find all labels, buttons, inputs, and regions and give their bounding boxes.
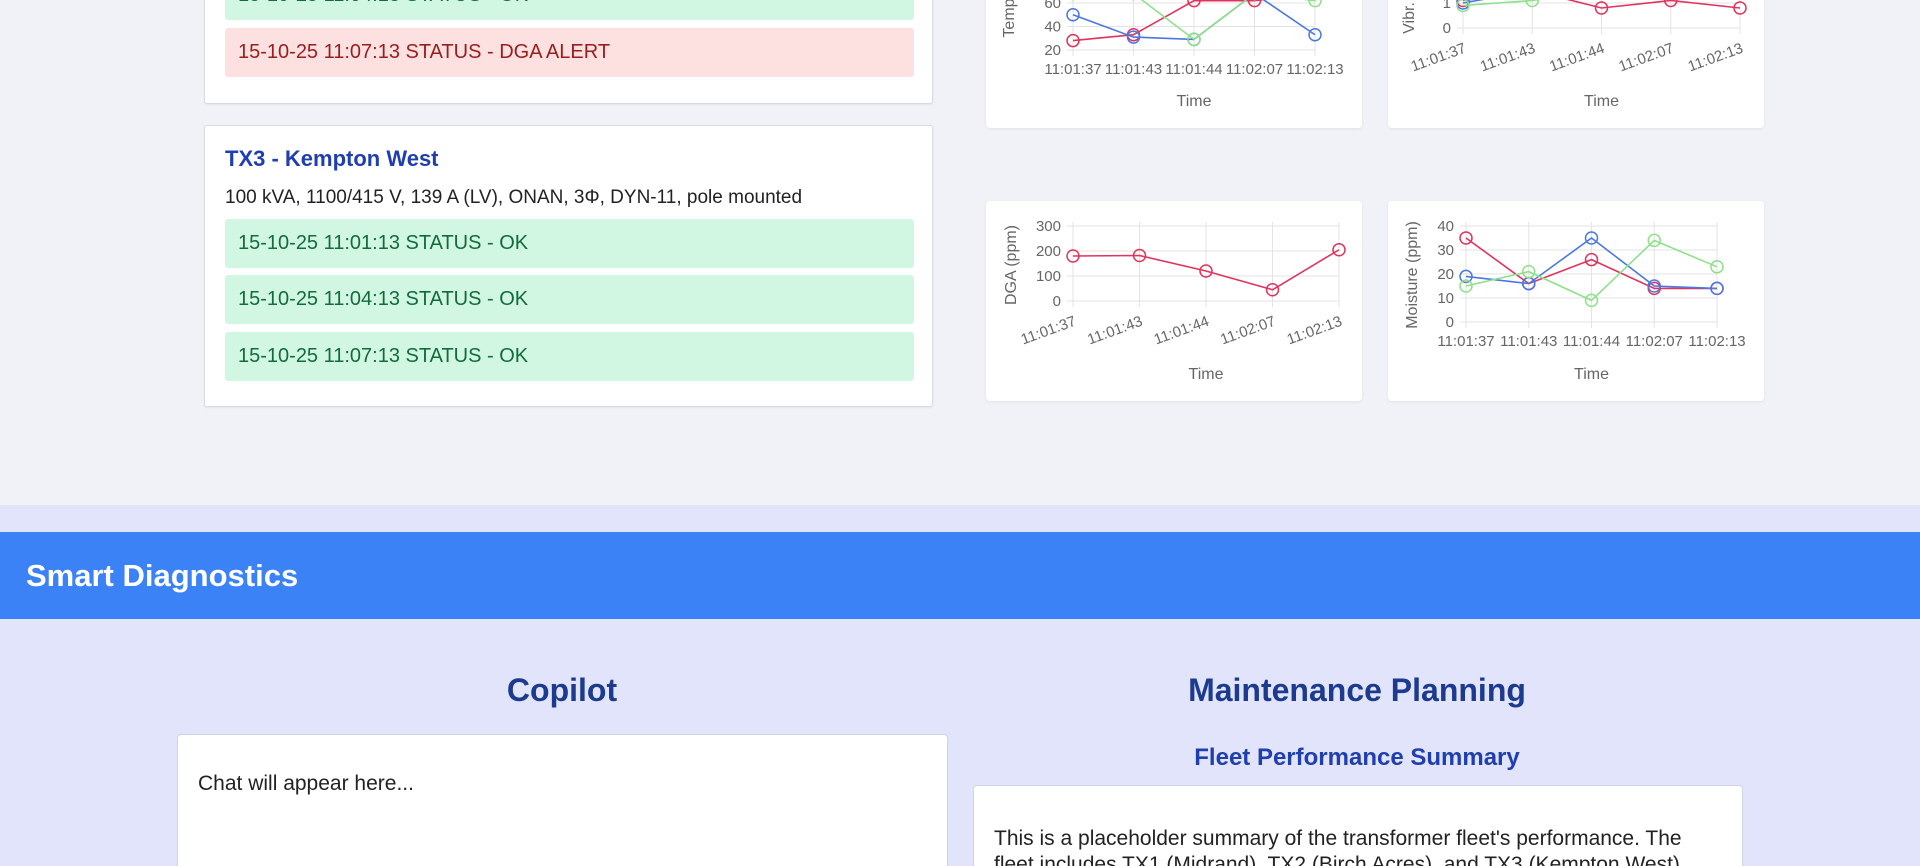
status-row-tx3-3: 15-10-25 11:07:13 STATUS - OK bbox=[225, 332, 914, 381]
x-tick-label: 11:01:44 bbox=[1563, 333, 1620, 350]
vibration-chart: 0 1 11:01:37 11:01:43 11:01:44 11:02:07 11:02:… bbox=[1401, 0, 1747, 110]
y-axis-title: Moisture (ppm) bbox=[1404, 221, 1421, 329]
x-tick-label: 11:01:37 bbox=[1437, 333, 1494, 350]
vibration-chart-card: 0 1 11:01:37 11:01:43 11:01:44 11:02:07 11:02:… bbox=[1388, 0, 1764, 128]
x-tick-label: 11:01:43 bbox=[1478, 40, 1538, 76]
x-axis-title: Time bbox=[1574, 366, 1609, 383]
y-tick-label: 0 bbox=[1053, 293, 1061, 310]
copilot-title: Copilot bbox=[506, 672, 618, 708]
x-axis-title: Time bbox=[1177, 93, 1212, 110]
y-axis-title: Vibr. bbox=[1401, 2, 1418, 34]
x-tick-label: 11:01:37 bbox=[1044, 61, 1101, 78]
x-tick-label: 11:01:44 bbox=[1547, 40, 1607, 76]
dga-chart: 010020030011:01:37 11:01:43 11:01:44 11:02:… bbox=[1003, 218, 1346, 383]
x-tick-label: 11:02:13 bbox=[1688, 333, 1745, 350]
x-tick-label: 11:01:44 bbox=[1165, 61, 1222, 78]
chat-placeholder: Chat will appear here... bbox=[198, 772, 414, 795]
x-axis-title: Time bbox=[1189, 366, 1224, 383]
x-tick-label: 11:01:37 bbox=[1409, 40, 1469, 76]
x-tick-label: 11:02:07 bbox=[1616, 40, 1676, 76]
dashboard-area: 15-10-25 11:04:13 STATUS - OK 15-10-25 1… bbox=[0, 0, 1920, 505]
tx3-spec: 100 kVA, 1100/415 V, 139 A (LV), ONAN, 3… bbox=[225, 187, 803, 208]
status-row-tx2-1: 15-10-25 11:04:13 STATUS - OK bbox=[225, 0, 914, 20]
fleet-summary-panel: This is a placeholder summary of the tra… bbox=[973, 785, 1743, 866]
y-tick-label: 40 bbox=[1044, 19, 1061, 36]
status-row-tx3-2: 15-10-25 11:04:13 STATUS - OK bbox=[225, 275, 914, 324]
dga-chart-card: 0 100 200 300 11:01:37 11:01:43 11:01:44 11:02:… bbox=[986, 201, 1362, 401]
y-tick-label: 200 bbox=[1036, 243, 1061, 260]
x-tick-label: 11:02:13 bbox=[1285, 313, 1345, 349]
temp-chart: 20 40 60 11:01:37 11:01:43 11:01:44 11:02:07 11… bbox=[1001, 0, 1344, 110]
y-axis-title: DGA (ppm) bbox=[1003, 225, 1020, 305]
status-row-tx2-2: 15-10-25 11:07:13 STATUS - DGA ALERT bbox=[225, 28, 914, 77]
moisture-chart-card: 0 10 20 30 40 11:01:37 11:01:43 11:01:44 11:02:0… bbox=[1388, 201, 1764, 401]
y-tick-label: 20 bbox=[1044, 42, 1061, 59]
x-tick-label: 11:02:13 bbox=[1686, 40, 1746, 76]
x-tick-label: 11:01:43 bbox=[1085, 313, 1145, 349]
tx2-card: 15-10-25 11:04:13 STATUS - OK 15-10-25 1… bbox=[204, 0, 933, 104]
y-tick-label: 0 bbox=[1446, 314, 1454, 331]
tx3-title: TX3 - Kempton West bbox=[225, 146, 439, 171]
temp-chart-card: 20 40 60 11:01:37 11:01:43 11:01:44 11:02:07 11… bbox=[986, 0, 1362, 128]
fleet-summary-line-1: This is a placeholder summary of the tra… bbox=[994, 827, 1682, 850]
y-tick-label: 20 bbox=[1437, 266, 1454, 283]
y-tick-label: 60 bbox=[1044, 0, 1061, 12]
y-tick-label: 40 bbox=[1437, 218, 1454, 235]
x-tick-label: 11:02:07 bbox=[1626, 333, 1683, 350]
fleet-summary-line-2: fleet includes TX1 (Midrand), TX2 (Birch… bbox=[994, 853, 1686, 866]
section-divider bbox=[0, 505, 1920, 532]
y-tick-label: 1 bbox=[1443, 0, 1451, 12]
x-tick-label: 11:02:07 bbox=[1226, 61, 1283, 78]
status-row-tx3-1: 15-10-25 11:01:13 STATUS - OK bbox=[225, 219, 914, 268]
smart-diagnostics-section: Copilot Chat will appear here... Mainten… bbox=[0, 619, 1920, 866]
y-tick-label: 10 bbox=[1437, 290, 1454, 307]
y-tick-label: 100 bbox=[1036, 268, 1061, 285]
x-tick-label: 11:02:13 bbox=[1286, 61, 1343, 78]
smart-diagnostics-title: Smart Diagnostics bbox=[26, 558, 299, 593]
maintenance-title: Maintenance Planning bbox=[1188, 672, 1526, 708]
x-tick-label: 11:01:43 bbox=[1500, 333, 1557, 350]
tx3-card: TX3 - Kempton West 100 kVA, 1100/415 V, … bbox=[204, 125, 933, 407]
y-axis-title: Temp bbox=[1001, 0, 1018, 38]
moisture-chart: 0 10 20 30 40 11:01:37 11:01:43 11:01:44 11:02:0… bbox=[1404, 218, 1746, 383]
x-tick-label: 11:01:43 bbox=[1105, 61, 1162, 78]
smart-diagnostics-header: Smart Diagnostics bbox=[0, 532, 1920, 619]
fleet-summary-subtitle: Fleet Performance Summary bbox=[1194, 744, 1520, 771]
x-tick-label: 11:02:07 bbox=[1218, 313, 1278, 349]
y-tick-label: 300 bbox=[1036, 218, 1061, 235]
x-tick-label: 11:01:44 bbox=[1152, 313, 1212, 349]
y-tick-label: 30 bbox=[1437, 242, 1454, 259]
x-tick-label: 11:01:37 bbox=[1019, 313, 1079, 349]
x-axis-title: Time bbox=[1584, 93, 1619, 110]
y-tick-label: 0 bbox=[1443, 20, 1451, 37]
copilot-chat-panel[interactable]: Chat will appear here... bbox=[177, 734, 948, 866]
